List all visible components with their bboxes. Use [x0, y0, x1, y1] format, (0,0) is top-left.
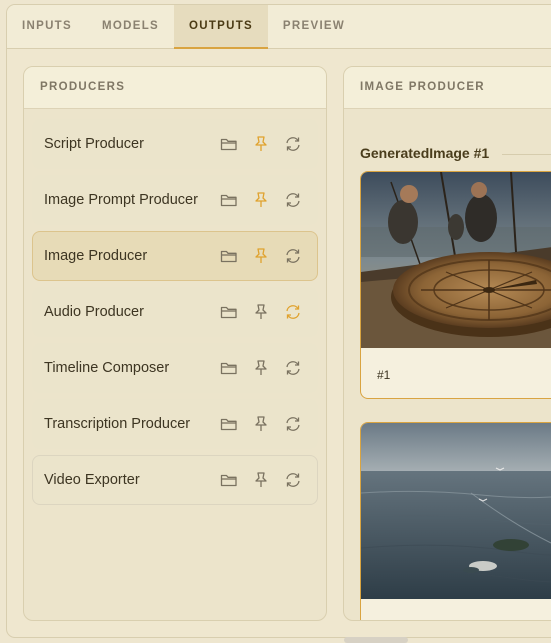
pin-icon[interactable] [251, 414, 271, 434]
sailors-sundial-image [361, 172, 551, 348]
producer-item-label: Audio Producer [44, 304, 144, 320]
producer-item-label: Script Producer [44, 136, 144, 152]
producer-item-label: Transcription Producer [44, 416, 191, 432]
producers-panel-title: PRODUCERS [24, 67, 326, 109]
refresh-icon[interactable] [283, 190, 303, 210]
folder-icon[interactable] [219, 470, 239, 490]
producer-item-label: Image Producer [44, 248, 148, 264]
app-window: INPUTS MODELS OUTPUTS PREVIEW PRODUCERS … [6, 4, 551, 638]
folder-icon[interactable] [219, 246, 239, 266]
producer-item-timeline-composer[interactable]: Timeline Composer [32, 343, 318, 393]
pin-icon[interactable] [251, 470, 271, 490]
producer-item-image-producer[interactable]: Image Producer [32, 231, 318, 281]
tab-models[interactable]: MODELS [87, 5, 174, 49]
tab-outputs[interactable]: OUTPUTS [174, 5, 268, 49]
refresh-icon[interactable] [283, 470, 303, 490]
refresh-icon[interactable] [283, 358, 303, 378]
pin-icon[interactable] [251, 302, 271, 322]
producer-item-label: Timeline Composer [44, 360, 170, 376]
horizontal-scrollbar[interactable] [344, 637, 408, 643]
section-divider [502, 154, 551, 155]
output-card-2[interactable]: #2 [360, 422, 551, 620]
output-card-1[interactable]: #1 [360, 171, 551, 399]
tab-preview[interactable]: PREVIEW [268, 5, 360, 49]
section-title: GeneratedImage #1 [360, 145, 490, 161]
folder-icon[interactable] [219, 190, 239, 210]
refresh-icon[interactable] [283, 246, 303, 266]
producer-item-video-exporter[interactable]: Video Exporter [32, 455, 318, 505]
pin-icon[interactable] [251, 246, 271, 266]
refresh-icon[interactable] [283, 414, 303, 434]
image-producer-panel: IMAGE PRODUCER GeneratedImage #1 #1 [343, 66, 551, 621]
tab-inputs[interactable]: INPUTS [7, 5, 87, 49]
folder-icon[interactable] [219, 414, 239, 434]
pin-icon[interactable] [251, 358, 271, 378]
pin-icon[interactable] [251, 134, 271, 154]
folder-icon[interactable] [219, 358, 239, 378]
pin-icon[interactable] [251, 190, 271, 210]
card-caption-1: #1 [377, 368, 391, 382]
producer-item-image-prompt-producer[interactable]: Image Prompt Producer [32, 175, 318, 225]
producer-item-label: Video Exporter [44, 472, 140, 488]
producer-item-label: Image Prompt Producer [44, 192, 198, 208]
folder-icon[interactable] [219, 302, 239, 322]
producer-item-audio-producer[interactable]: Audio Producer [32, 287, 318, 337]
producer-item-script-producer[interactable]: Script Producer [32, 119, 318, 169]
folder-icon[interactable] [219, 134, 239, 154]
output-panel-title: IMAGE PRODUCER [344, 67, 551, 109]
tab-bar: INPUTS MODELS OUTPUTS PREVIEW [7, 5, 551, 49]
refresh-icon[interactable] [283, 302, 303, 322]
producers-panel: PRODUCERS Script Producer Image Prompt Pr… [23, 66, 327, 621]
refresh-icon[interactable] [283, 134, 303, 154]
producer-item-transcription-producer[interactable]: Transcription Producer [32, 399, 318, 449]
sea-boat-image [361, 423, 551, 599]
